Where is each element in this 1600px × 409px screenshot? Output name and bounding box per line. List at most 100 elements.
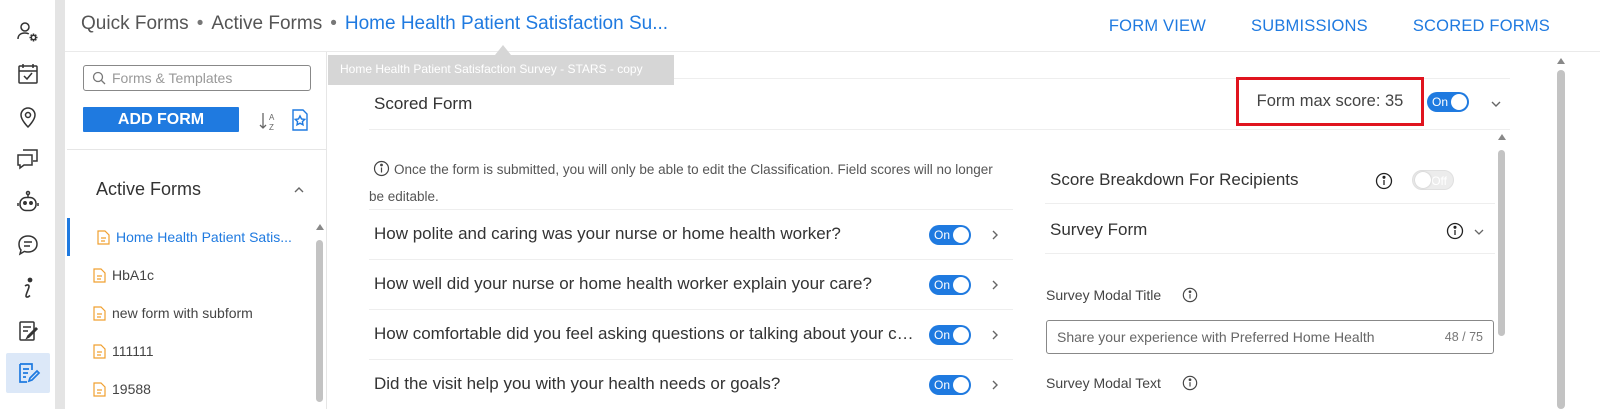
question-row[interactable]: Did the visit help you with your health … — [369, 359, 1013, 409]
chevron-up-icon[interactable] — [292, 183, 306, 197]
breadcrumb: Quick Forms • Active Forms • Home Health Pat… — [81, 13, 668, 35]
toggle-knob — [953, 277, 969, 293]
favorite-forms-icon[interactable] — [289, 108, 311, 132]
forms-edit-icon[interactable] — [6, 353, 50, 393]
info-note: Once the form is submitted, you will onl… — [369, 156, 1009, 210]
location-pin-icon[interactable] — [6, 97, 50, 137]
submissions-link[interactable]: SUBMISSIONS — [1251, 17, 1368, 36]
chevron-down-icon[interactable] — [1473, 226, 1485, 238]
form-list: Home Health Patient Satis... HbA1c new f… — [67, 218, 312, 408]
calendar-check-icon[interactable] — [6, 54, 50, 94]
chat-bubbles-icon[interactable] — [6, 139, 50, 179]
score-breakdown-toggle[interactable]: Off — [1412, 170, 1454, 190]
info-circle-icon[interactable] — [1446, 222, 1464, 240]
info-circle-icon[interactable] — [1375, 172, 1393, 190]
question-row[interactable]: How comfortable did you feel asking ques… — [369, 309, 1013, 359]
panel-divider — [67, 149, 327, 150]
question-toggle[interactable]: On — [929, 375, 971, 395]
search-icon — [92, 71, 106, 85]
search-input[interactable] — [112, 70, 302, 86]
chevron-right-icon[interactable] — [989, 328, 1001, 342]
survey-modal-title-label: Survey Modal Title — [1046, 287, 1162, 303]
scroll-up-arrow-icon[interactable] — [1557, 58, 1565, 64]
settings-scrollbar[interactable] — [1498, 134, 1506, 409]
form-item-label: new form with subform — [112, 305, 253, 321]
scrollbar-thumb[interactable] — [316, 240, 323, 402]
sort-az-icon[interactable]: AZ — [257, 110, 279, 132]
form-item-label: Home Health Patient Satis... — [116, 229, 292, 245]
question-text: How polite and caring was your nurse or … — [374, 224, 841, 243]
toggle-label: On — [1432, 95, 1449, 109]
question-row[interactable]: How well did your nurse or home health w… — [369, 259, 1013, 309]
user-settings-icon[interactable] — [6, 12, 50, 52]
svg-text:A: A — [269, 113, 275, 122]
chevron-right-icon[interactable] — [989, 228, 1001, 242]
score-breakdown-label: Score Breakdown For Recipients — [1050, 170, 1299, 189]
survey-form-row[interactable]: Survey Form — [1045, 204, 1495, 254]
list-item[interactable]: 111111 — [67, 332, 312, 370]
question-list: How polite and caring was your nurse or … — [369, 209, 1013, 409]
scrollbar-thumb[interactable] — [1557, 70, 1565, 409]
toggle-knob — [1451, 94, 1467, 110]
page-scrollbar[interactable] — [1555, 52, 1567, 409]
character-count: 48 / 75 — [1444, 330, 1483, 344]
survey-modal-title-input[interactable]: Share your experience with Preferred Hom… — [1046, 320, 1494, 354]
forms-panel: ADD FORM AZ Active Forms Home Health Pat… — [67, 52, 327, 409]
message-icon[interactable] — [6, 225, 50, 265]
scrollbar-thumb[interactable] — [1498, 150, 1505, 336]
info-icon[interactable] — [6, 268, 50, 308]
list-item[interactable]: HbA1c — [67, 256, 312, 294]
scroll-up-arrow-icon[interactable] — [1498, 134, 1506, 140]
breadcrumb-quick-forms[interactable]: Quick Forms — [81, 13, 189, 34]
list-item[interactable]: 19588 — [67, 370, 312, 408]
form-file-icon — [93, 381, 106, 397]
question-toggle[interactable]: On — [929, 325, 971, 345]
active-forms-heading: Active Forms — [96, 179, 202, 199]
form-file-icon — [93, 267, 106, 283]
breadcrumb-active-forms[interactable]: Active Forms — [211, 13, 322, 34]
toggle-knob — [953, 327, 969, 343]
info-note-text: Once the form is submitted, you will onl… — [369, 162, 993, 204]
scored-forms-link[interactable]: SCORED FORMS — [1413, 17, 1550, 36]
question-row[interactable]: How polite and caring was your nurse or … — [369, 209, 1013, 259]
toggle-knob — [953, 227, 969, 243]
add-form-button[interactable]: ADD FORM — [83, 107, 239, 132]
list-item[interactable]: new form with subform — [67, 294, 312, 332]
toggle-label: On — [934, 378, 951, 392]
icon-rail — [0, 0, 55, 409]
breadcrumb-separator: • — [196, 13, 204, 34]
survey-form-label: Survey Form — [1050, 220, 1148, 239]
robot-icon[interactable] — [6, 182, 50, 222]
scroll-up-arrow-icon[interactable] — [316, 224, 324, 230]
question-toggle[interactable]: On — [929, 225, 971, 245]
form-item-label: HbA1c — [112, 267, 155, 283]
toggle-label: Off — [1431, 174, 1447, 188]
info-circle-icon[interactable] — [1182, 375, 1198, 391]
question-toggle[interactable]: On — [929, 275, 971, 295]
question-text: How comfortable did you feel asking ques… — [374, 324, 919, 343]
form-file-icon — [93, 305, 106, 321]
survey-settings-panel: Score Breakdown For Recipients Off Surve… — [1045, 152, 1495, 409]
question-text: Did the visit help you with your health … — [374, 374, 781, 393]
breadcrumb-current-form[interactable]: Home Health Patient Satisfaction Su... — [345, 13, 668, 34]
toggle-knob — [1415, 172, 1431, 188]
breadcrumb-separator: • — [330, 13, 337, 34]
chevron-down-icon[interactable] — [1489, 97, 1503, 111]
clipboard-edit-icon[interactable] — [6, 311, 50, 351]
info-circle-icon[interactable] — [1182, 287, 1198, 303]
form-view-link[interactable]: FORM VIEW — [1109, 17, 1206, 36]
scored-form-toggle[interactable]: On — [1427, 92, 1469, 112]
form-list-scrollbar[interactable] — [316, 224, 324, 409]
toggle-label: On — [934, 328, 951, 342]
toggle-label: On — [934, 278, 951, 292]
main-content: Scored Form Form max score: 35 On Once t… — [328, 52, 1600, 409]
info-circle-icon — [373, 160, 390, 177]
chevron-right-icon[interactable] — [989, 278, 1001, 292]
survey-modal-text-label: Survey Modal Text — [1046, 375, 1161, 391]
search-box — [83, 65, 311, 91]
list-item-active-form[interactable]: Home Health Patient Satis... — [67, 218, 312, 256]
survey-modal-title-value: Share your experience with Preferred Hom… — [1057, 329, 1375, 345]
scored-form-title: Scored Form — [374, 94, 473, 113]
rail-divider — [55, 0, 65, 409]
chevron-right-icon[interactable] — [989, 378, 1001, 392]
